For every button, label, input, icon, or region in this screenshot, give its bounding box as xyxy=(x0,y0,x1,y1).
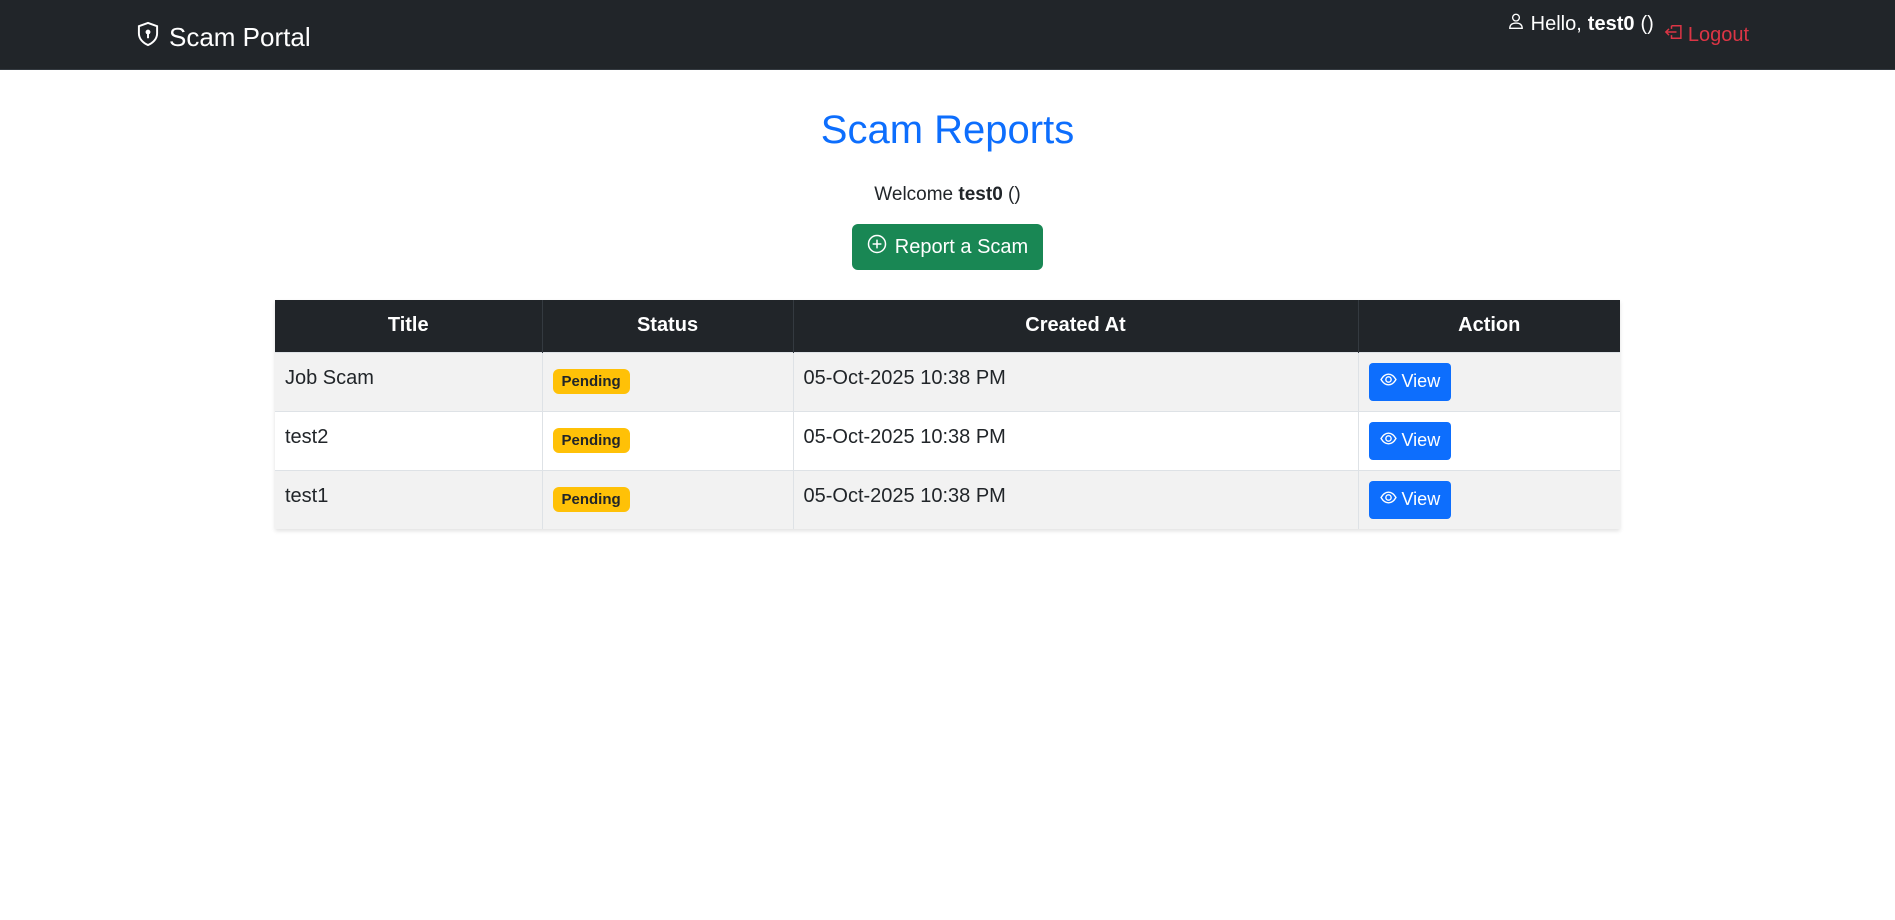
box-arrow-left-icon xyxy=(1664,22,1684,48)
header-status: Status xyxy=(542,300,794,352)
row-title: test2 xyxy=(285,426,329,448)
cell-action: View xyxy=(1358,410,1620,470)
cell-created-at: 05-Oct-2025 10:38 PM xyxy=(793,410,1359,470)
cell-action: View xyxy=(1358,469,1620,529)
row-created-at: 05-Oct-2025 10:38 PM xyxy=(803,367,1006,389)
eye-icon xyxy=(1379,371,1397,393)
cell-created-at: 05-Oct-2025 10:38 PM xyxy=(793,351,1359,411)
table-body: Job Scam Pending 05-Oct-2025 10:38 PM Vi… xyxy=(275,351,1620,529)
table-header: Title Status Created At Action xyxy=(275,300,1620,352)
view-label: View xyxy=(1401,430,1441,450)
page-title: Scam Reports xyxy=(820,108,1075,152)
cell-title: Job Scam xyxy=(275,351,543,411)
hello-prefix: Hello, xyxy=(1530,12,1582,35)
eye-icon xyxy=(1379,489,1397,511)
view-label: View xyxy=(1401,371,1441,391)
person-icon xyxy=(1507,12,1525,36)
report-scam-label: Report a Scam xyxy=(894,235,1029,258)
navbar: Scam Portal Hello, test0 () Logout xyxy=(0,0,1895,70)
row-title: test1 xyxy=(285,485,329,508)
view-button[interactable]: View xyxy=(1368,362,1452,401)
header-action: Action xyxy=(1358,300,1620,352)
report-scam-button[interactable]: Report a Scam xyxy=(851,224,1044,270)
header-row: Title Status Created At Action xyxy=(275,300,1620,352)
cell-title: test1 xyxy=(275,469,543,529)
cell-action: View xyxy=(1358,351,1620,411)
row-created-at: 05-Oct-2025 10:38 PM xyxy=(803,485,1006,508)
view-label: View xyxy=(1401,489,1441,510)
brand-link[interactable]: Scam Portal xyxy=(135,20,311,55)
cell-status: Pending xyxy=(542,410,794,470)
table-row: Job Scam Pending 05-Oct-2025 10:38 PM Vi… xyxy=(275,351,1620,411)
report-button-wrapper: Report a Scam xyxy=(275,224,1620,270)
cell-title: test2 xyxy=(275,410,543,470)
row-created-at: 05-Oct-2025 10:38 PM xyxy=(803,426,1006,448)
shield-lock-icon xyxy=(135,20,161,55)
header-created-at: Created At xyxy=(793,300,1359,352)
plus-circle-icon xyxy=(867,234,887,260)
view-button[interactable]: View xyxy=(1368,421,1452,460)
logout-link[interactable]: Logout xyxy=(1664,22,1749,48)
welcome-prefix: Welcome xyxy=(874,184,954,205)
table-row: test2 Pending 05-Oct-2025 10:38 PM View xyxy=(275,410,1620,470)
username-suffix: () xyxy=(1640,12,1654,35)
eye-icon xyxy=(1379,430,1397,452)
status-badge: Pending xyxy=(552,428,630,453)
nav-user-area: Hello, test0 () Logout xyxy=(1507,12,1749,46)
view-button[interactable]: View xyxy=(1368,480,1452,519)
status-badge: Pending xyxy=(552,487,630,513)
header-title: Title xyxy=(275,300,543,352)
status-badge: Pending xyxy=(552,369,630,394)
user-greeting: Hello, test0 () xyxy=(1507,12,1654,36)
logout-label: Logout xyxy=(1687,23,1749,46)
username: test0 xyxy=(1587,12,1635,35)
table-row: test1 Pending 05-Oct-2025 10:38 PM View xyxy=(275,469,1620,529)
cell-status: Pending xyxy=(542,469,794,529)
row-title: Job Scam xyxy=(285,367,374,389)
main-content: Scam Reports Welcome test0 () Report a S… xyxy=(275,106,1620,529)
welcome-message: Welcome test0 () xyxy=(275,184,1620,206)
brand-name: Scam Portal xyxy=(169,22,311,52)
cell-status: Pending xyxy=(542,351,794,411)
reports-table: Title Status Created At Action Job Scam … xyxy=(275,300,1620,529)
welcome-suffix: () xyxy=(1008,184,1021,205)
cell-created-at: 05-Oct-2025 10:38 PM xyxy=(793,469,1359,529)
welcome-user: test0 xyxy=(958,184,1003,205)
